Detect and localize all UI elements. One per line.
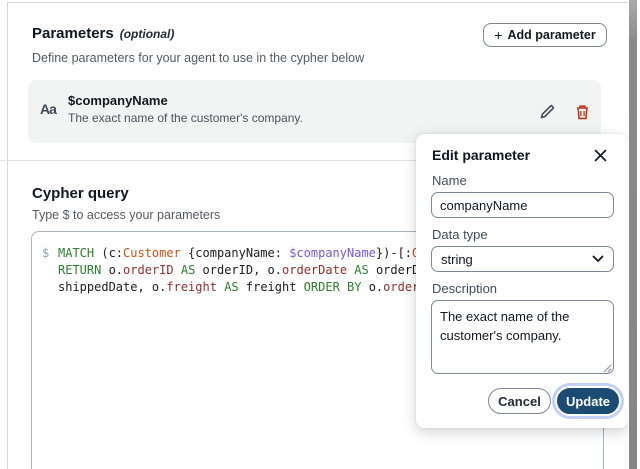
cypher-query-subtitle: Type $ to access your parameters [32, 208, 221, 222]
data-type-label: Data type [432, 227, 488, 242]
parameters-subtitle: Define parameters for your agent to use … [32, 51, 365, 65]
close-dialog-button[interactable] [590, 147, 610, 167]
description-textarea[interactable]: The exact name of the customer's company… [431, 300, 614, 374]
cypher-query-title: Cypher query [32, 185, 129, 202]
data-type-value: string [441, 251, 473, 267]
description-label: Description [432, 281, 498, 296]
trash-icon [575, 104, 590, 123]
dialog-title: Edit parameter [432, 147, 531, 163]
update-label: Update [565, 393, 611, 409]
name-label: Name [432, 173, 467, 188]
edit-parameter-button[interactable] [538, 104, 556, 122]
delete-parameter-button[interactable] [573, 104, 591, 122]
optional-label: (optional) [119, 27, 175, 41]
pencil-icon [539, 104, 555, 123]
plus-icon: + [494, 26, 503, 43]
cancel-label: Cancel [498, 393, 541, 409]
chevron-down-icon [592, 250, 604, 268]
add-parameter-button[interactable]: + Add parameter [483, 23, 607, 47]
code-gutter-prompt: $ [42, 246, 50, 260]
parameters-header: Parameters (optional) [32, 25, 174, 43]
update-button[interactable]: Update [557, 388, 619, 414]
parameter-name: $companyName [68, 93, 168, 108]
close-icon [594, 149, 607, 165]
edit-parameter-dialog: Edit parameter Name Data type string Des… [416, 134, 628, 428]
text-format-icon: Aa [40, 101, 57, 117]
scrollbar[interactable] [628, 0, 640, 469]
name-input[interactable] [431, 192, 614, 218]
add-parameter-label: Add parameter [507, 28, 596, 42]
panel-top-border [7, 2, 640, 3]
scrollbar-thumb[interactable] [629, 0, 637, 469]
cancel-button[interactable]: Cancel [488, 388, 551, 414]
parameter-description: The exact name of the customer's company… [68, 111, 303, 125]
data-type-select[interactable]: string [431, 246, 614, 272]
panel-left-border [7, 2, 8, 469]
parameters-title: Parameters [32, 25, 114, 42]
agent-configuration-panel: Parameters (optional) + Add parameter Def… [0, 0, 640, 469]
